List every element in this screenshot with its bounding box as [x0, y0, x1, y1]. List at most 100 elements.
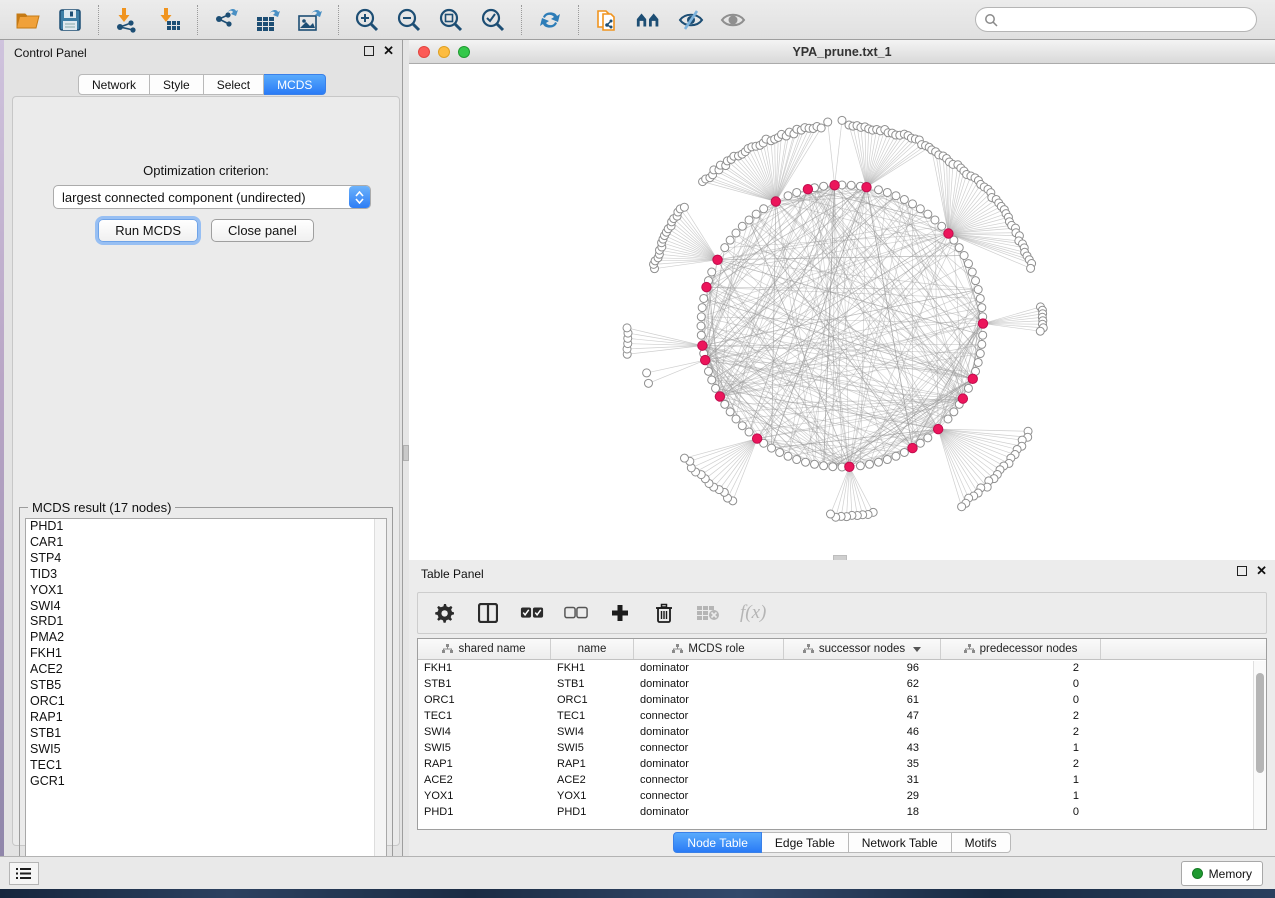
table-row[interactable]: RAP1RAP1dominator352 — [418, 756, 1266, 772]
table-cell: PHD1 — [551, 806, 634, 818]
close-table-panel-icon[interactable]: ✕ — [1256, 566, 1267, 576]
mcds-result-item[interactable]: STB1 — [26, 726, 386, 742]
duplicate-network-icon[interactable] — [593, 6, 621, 34]
mcds-result-item[interactable]: CAR1 — [26, 535, 386, 551]
table-row[interactable]: TEC1TEC1connector472 — [418, 708, 1266, 724]
tab-network[interactable]: Network — [78, 74, 150, 95]
table-row[interactable]: FKH1FKH1dominator962 — [418, 660, 1266, 676]
deselect-all-icon[interactable] — [564, 601, 588, 625]
show-columns-icon[interactable] — [476, 601, 500, 625]
table-row[interactable]: SWI4SWI4dominator462 — [418, 724, 1266, 740]
mcds-result-item[interactable]: STP4 — [26, 551, 386, 567]
zoom-in-icon[interactable] — [353, 6, 381, 34]
table-row[interactable]: ACE2ACE2connector311 — [418, 772, 1266, 788]
table-row[interactable]: SWI5SWI5connector431 — [418, 740, 1266, 756]
tab-network-table[interactable]: Network Table — [849, 832, 952, 853]
float-table-panel-icon[interactable] — [1237, 566, 1247, 576]
tab-select[interactable]: Select — [204, 74, 264, 95]
mcds-result-item[interactable]: GCR1 — [26, 774, 386, 790]
tab-style[interactable]: Style — [150, 74, 204, 95]
mcds-result-item[interactable]: ACE2 — [26, 662, 386, 678]
table-cell: 0 — [941, 806, 1101, 818]
window-minimize-icon[interactable] — [438, 46, 450, 58]
table-row[interactable]: PHD1PHD1dominator180 — [418, 804, 1266, 820]
mcds-result-item[interactable]: RAP1 — [26, 710, 386, 726]
zoom-selected-icon[interactable] — [479, 6, 507, 34]
run-mcds-button[interactable]: Run MCDS — [98, 219, 198, 242]
status-bar: Memory — [0, 856, 1275, 889]
list-icon — [16, 867, 32, 880]
column-header-successor-nodes[interactable]: successor nodes — [784, 639, 941, 659]
close-panel-icon[interactable]: ✕ — [383, 46, 394, 56]
mcds-result-item[interactable]: PHD1 — [26, 519, 386, 535]
tab-edge-table[interactable]: Edge Table — [762, 832, 849, 853]
add-row-icon[interactable] — [608, 601, 632, 625]
delete-row-icon[interactable] — [652, 601, 676, 625]
tab-motifs[interactable]: Motifs — [952, 832, 1011, 853]
search-input[interactable] — [1003, 13, 1248, 27]
column-header-predecessor-nodes[interactable]: predecessor nodes — [941, 639, 1101, 659]
window-close-icon[interactable] — [418, 46, 430, 58]
import-network-icon[interactable] — [113, 6, 141, 34]
network-search-field[interactable] — [975, 7, 1257, 32]
tab-node-table[interactable]: Node Table — [673, 832, 762, 853]
table-panel-tabs: Node Table Edge Table Network Table Moti… — [409, 832, 1275, 853]
tab-mcds[interactable]: MCDS — [264, 74, 326, 95]
hide-selected-icon[interactable] — [677, 6, 705, 34]
table-row[interactable]: ORC1ORC1dominator610 — [418, 692, 1266, 708]
desktop-wallpaper-bottom — [0, 889, 1275, 898]
table-cell: SWI5 — [418, 742, 551, 754]
table-cell: dominator — [634, 694, 784, 706]
zoom-fit-icon[interactable] — [437, 6, 465, 34]
table-row[interactable]: STB1STB1dominator620 — [418, 676, 1266, 692]
mcds-result-item[interactable]: SWI5 — [26, 742, 386, 758]
table-cell: 2 — [941, 758, 1101, 770]
zoom-out-icon[interactable] — [395, 6, 423, 34]
control-panel-titlebar: Control Panel ✕ — [4, 40, 402, 66]
mcds-list-scrollbar[interactable] — [374, 519, 386, 871]
mcds-result-item[interactable]: ORC1 — [26, 694, 386, 710]
table-cell: RAP1 — [418, 758, 551, 770]
table-scrollbar-thumb[interactable] — [1256, 673, 1264, 773]
table-cell: 46 — [784, 726, 941, 738]
window-maximize-icon[interactable] — [458, 46, 470, 58]
mcds-result-item[interactable]: YOX1 — [26, 583, 386, 599]
table-scrollbar[interactable] — [1253, 661, 1266, 830]
table-row[interactable]: YOX1YOX1connector291 — [418, 788, 1266, 804]
open-session-icon[interactable] — [14, 6, 42, 34]
mcds-result-item[interactable]: SRD1 — [26, 614, 386, 630]
save-session-icon[interactable] — [56, 6, 84, 34]
table-cell: PHD1 — [418, 806, 551, 818]
status-menu-button[interactable] — [9, 862, 39, 885]
mcds-result-item[interactable]: PMA2 — [26, 630, 386, 646]
search-network-icon[interactable] — [635, 6, 663, 34]
float-panel-icon[interactable] — [364, 46, 374, 56]
network-canvas[interactable] — [409, 64, 1275, 559]
table-body[interactable]: FKH1FKH1dominator962STB1STB1dominator620… — [418, 660, 1266, 820]
dropdown-stepper-icon — [349, 186, 370, 208]
delete-table-icon — [696, 601, 720, 625]
mcds-result-item[interactable]: TID3 — [26, 567, 386, 583]
network-graph[interactable] — [409, 64, 1275, 559]
mcds-result-list[interactable]: PHD1CAR1STP4TID3YOX1SWI4SRD1PMA2FKH1ACE2… — [25, 518, 387, 872]
mcds-result-item[interactable]: TEC1 — [26, 758, 386, 774]
mcds-result-item[interactable]: STB5 — [26, 678, 386, 694]
node-table[interactable]: shared name name MCDS role successor nod… — [417, 638, 1267, 830]
show-all-icon[interactable] — [719, 6, 747, 34]
close-panel-button[interactable]: Close panel — [211, 219, 314, 242]
column-header-mcds-role[interactable]: MCDS role — [634, 639, 784, 659]
export-network-icon[interactable] — [212, 6, 240, 34]
memory-button[interactable]: Memory — [1181, 861, 1263, 886]
export-table-icon[interactable] — [254, 6, 282, 34]
mcds-result-item[interactable]: SWI4 — [26, 599, 386, 615]
refresh-icon[interactable] — [536, 6, 564, 34]
network-window-titlebar[interactable]: YPA_prune.txt_1 — [409, 40, 1275, 64]
criterion-dropdown[interactable]: largest connected component (undirected) — [53, 185, 371, 209]
column-header-shared-name[interactable]: shared name — [418, 639, 551, 659]
export-image-icon[interactable] — [296, 6, 324, 34]
import-table-icon[interactable] — [155, 6, 183, 34]
column-header-name[interactable]: name — [551, 639, 634, 659]
settings-gear-icon[interactable] — [432, 601, 456, 625]
mcds-result-item[interactable]: FKH1 — [26, 646, 386, 662]
select-all-icon[interactable] — [520, 601, 544, 625]
